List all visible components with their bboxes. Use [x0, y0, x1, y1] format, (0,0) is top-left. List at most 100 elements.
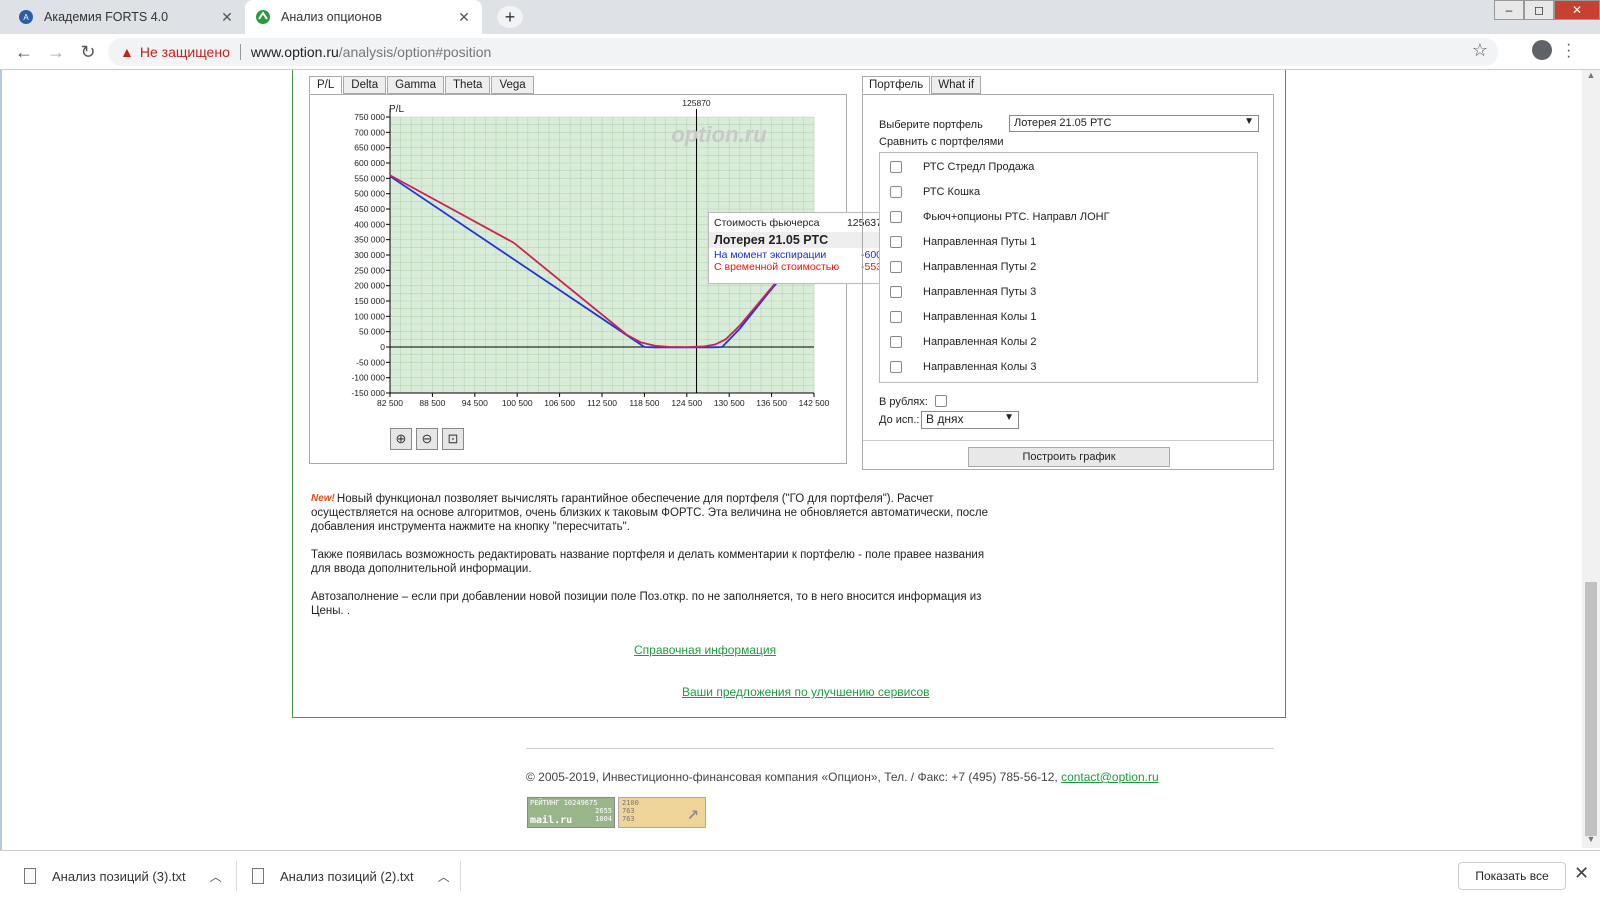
portfolio-select[interactable]: Лотерея 21.05 РТС ▼: [1009, 115, 1259, 132]
expiry-select[interactable]: В днях ▼: [921, 411, 1019, 429]
footer-text: © 2005-2019, Инвестиционно-финансовая ко…: [526, 770, 1062, 784]
menu-icon[interactable]: · · ·: [1566, 37, 1571, 65]
expiry-label: До исп.:: [879, 414, 920, 426]
maximize-button[interactable]: ◻: [1524, 0, 1554, 20]
forward-button[interactable]: →: [44, 41, 68, 63]
y-tick-label: 450 000: [354, 204, 385, 214]
back-button[interactable]: ←: [12, 41, 36, 63]
contact-email-link[interactable]: contact@option.ru: [1061, 770, 1159, 784]
graph-tabs: P/L Delta Gamma Theta Vega: [309, 76, 535, 94]
show-all-button[interactable]: Показать все: [1458, 862, 1566, 890]
tab-title: Академия FORTS 4.0: [44, 10, 169, 24]
tab-title: Анализ опционов: [281, 10, 382, 24]
portfolio-select-value: Лотерея 21.05 РТС: [1014, 117, 1112, 129]
tooltip-portfolio-name: Лотерея 21.05 РТС: [709, 232, 887, 248]
suggestions-link[interactable]: Ваши предложения по улучшению сервисов: [682, 685, 930, 699]
x-tick-label: 136 500: [756, 398, 787, 408]
minimize-button[interactable]: –: [1494, 0, 1524, 20]
download-separator: [460, 861, 461, 891]
tab-forts-academy[interactable]: A Академия FORTS 4.0 ✕: [8, 0, 245, 34]
compare-item[interactable]: Направленная Путы 3: [890, 280, 1036, 304]
checkbox[interactable]: [890, 336, 902, 348]
current-price-label: 125870: [682, 98, 711, 108]
tab-vega[interactable]: Vega: [491, 76, 534, 94]
checkbox[interactable]: [890, 361, 902, 373]
window-edge: [0, 70, 2, 850]
compare-item[interactable]: Направленная Колы 2: [890, 330, 1036, 354]
compare-item[interactable]: РТС Стредл Продажа: [890, 155, 1034, 179]
option-favicon: [255, 9, 271, 25]
tooltip-futures-label: Стоимость фьючерса: [714, 217, 820, 229]
tab-option-analysis[interactable]: Анализ опционов ✕: [245, 0, 482, 34]
forts-favicon: A: [18, 9, 34, 25]
file-icon: [24, 868, 36, 884]
account-icon[interactable]: [1532, 40, 1552, 60]
portfolio-tabs: Портфель What if: [862, 76, 982, 94]
checkbox[interactable]: [890, 236, 902, 248]
y-tick-label: 550 000: [354, 173, 385, 183]
tab-portfolio[interactable]: Портфель: [862, 76, 931, 94]
y-tick-label: 650 000: [354, 143, 385, 153]
build-chart-button[interactable]: Построить график: [968, 447, 1170, 467]
compare-item[interactable]: Фьюч+опционы РТС. Направл ЛОНГ: [890, 205, 1110, 229]
counter-line: 1004: [595, 815, 612, 823]
star-icon[interactable]: ☆: [1472, 40, 1488, 61]
info-section: New! Новый функционал позволяет вычислять…: [311, 492, 1001, 632]
window-close-button[interactable]: ✕: [1554, 0, 1600, 20]
not-secure-label: Не защищено: [139, 44, 230, 60]
tab-theta[interactable]: Theta: [445, 76, 491, 94]
tab-pl[interactable]: P/L: [309, 76, 343, 94]
compare-item[interactable]: РТС Кошка: [890, 180, 980, 204]
scroll-thumb[interactable]: [1585, 582, 1597, 836]
x-tick-label: 142 500: [799, 398, 830, 408]
y-tick-label: -50 000: [356, 357, 385, 367]
help-link[interactable]: Справочная информация: [634, 643, 776, 657]
tab-gamma[interactable]: Gamma: [387, 76, 445, 94]
rubles-checkbox[interactable]: [935, 395, 947, 407]
download-filename: Анализ позиций (3).txt: [52, 868, 186, 884]
tab-delta[interactable]: Delta: [343, 76, 387, 94]
zoom-fit-icon[interactable]: ⊡: [442, 428, 464, 450]
checkbox[interactable]: [890, 286, 902, 298]
zoom-out-icon[interactable]: ⊖: [416, 428, 438, 450]
compare-item-label: Направленная Путы 2: [923, 261, 1037, 273]
compare-item[interactable]: Направленная Путы 1: [890, 230, 1036, 254]
compare-item[interactable]: Направленная Колы 3: [890, 355, 1036, 379]
new-tab-button[interactable]: +: [497, 6, 523, 28]
download-bar-close-icon[interactable]: ✕: [1574, 863, 1589, 884]
chevron-up-icon[interactable]: ︿: [438, 868, 450, 885]
compare-label: Сравнить с портфелями: [879, 136, 1004, 148]
scroll-down-icon[interactable]: ▼: [1582, 834, 1600, 848]
address-bar[interactable]: ▲ Не защищено www.option.ru/analysis/opt…: [108, 38, 1498, 66]
y-tick-label: 100 000: [354, 311, 385, 321]
liveinternet-counter[interactable]: 2100 763 763 ↗: [618, 797, 706, 828]
portfolio-panel: Выберите портфель Лотерея 21.05 РТС ▼ Ср…: [862, 94, 1274, 470]
checkbox[interactable]: [890, 186, 902, 198]
page-scrollbar[interactable]: ▲ ▼: [1582, 70, 1600, 848]
divider: [863, 440, 1273, 441]
compare-item-label: РТС Кошка: [923, 186, 981, 198]
tab-close-icon[interactable]: ✕: [219, 9, 235, 26]
tooltip-time-label: С временной стоимостью: [714, 261, 840, 273]
compare-item[interactable]: Направленная Колы 1: [890, 305, 1036, 329]
warning-icon: ▲: [120, 44, 134, 60]
tab-what-if[interactable]: What if: [931, 76, 982, 94]
chevron-up-icon[interactable]: ︿: [210, 868, 222, 885]
download-item[interactable]: Анализ позиций (3).txt ︿: [24, 851, 222, 901]
chart-tooltip: Стоимость фьючерса 125637 Лотерея 21.05 …: [708, 212, 888, 284]
compare-item[interactable]: Направленная Путы 2: [890, 255, 1036, 279]
tab-close-icon[interactable]: ✕: [456, 9, 472, 26]
x-tick-label: 100 500: [502, 398, 533, 408]
zoom-in-icon[interactable]: ⊕: [390, 428, 412, 450]
checkbox[interactable]: [890, 261, 902, 273]
download-filename: Анализ позиций (2).txt: [280, 868, 414, 884]
mailru-counter[interactable]: РЕЙТИНГ 10249675 2655 mail.ru 1004: [527, 797, 615, 828]
checkbox[interactable]: [890, 161, 902, 173]
checkbox[interactable]: [890, 311, 902, 323]
download-item[interactable]: Анализ позиций (2).txt ︿: [252, 851, 450, 901]
checkbox[interactable]: [890, 211, 902, 223]
reload-button[interactable]: ↻: [76, 41, 100, 63]
zoom-controls: ⊕ ⊖ ⊡: [390, 428, 468, 450]
dropdown-arrow-icon: ▼: [1004, 412, 1014, 423]
scroll-up-icon[interactable]: ▲: [1582, 70, 1600, 84]
